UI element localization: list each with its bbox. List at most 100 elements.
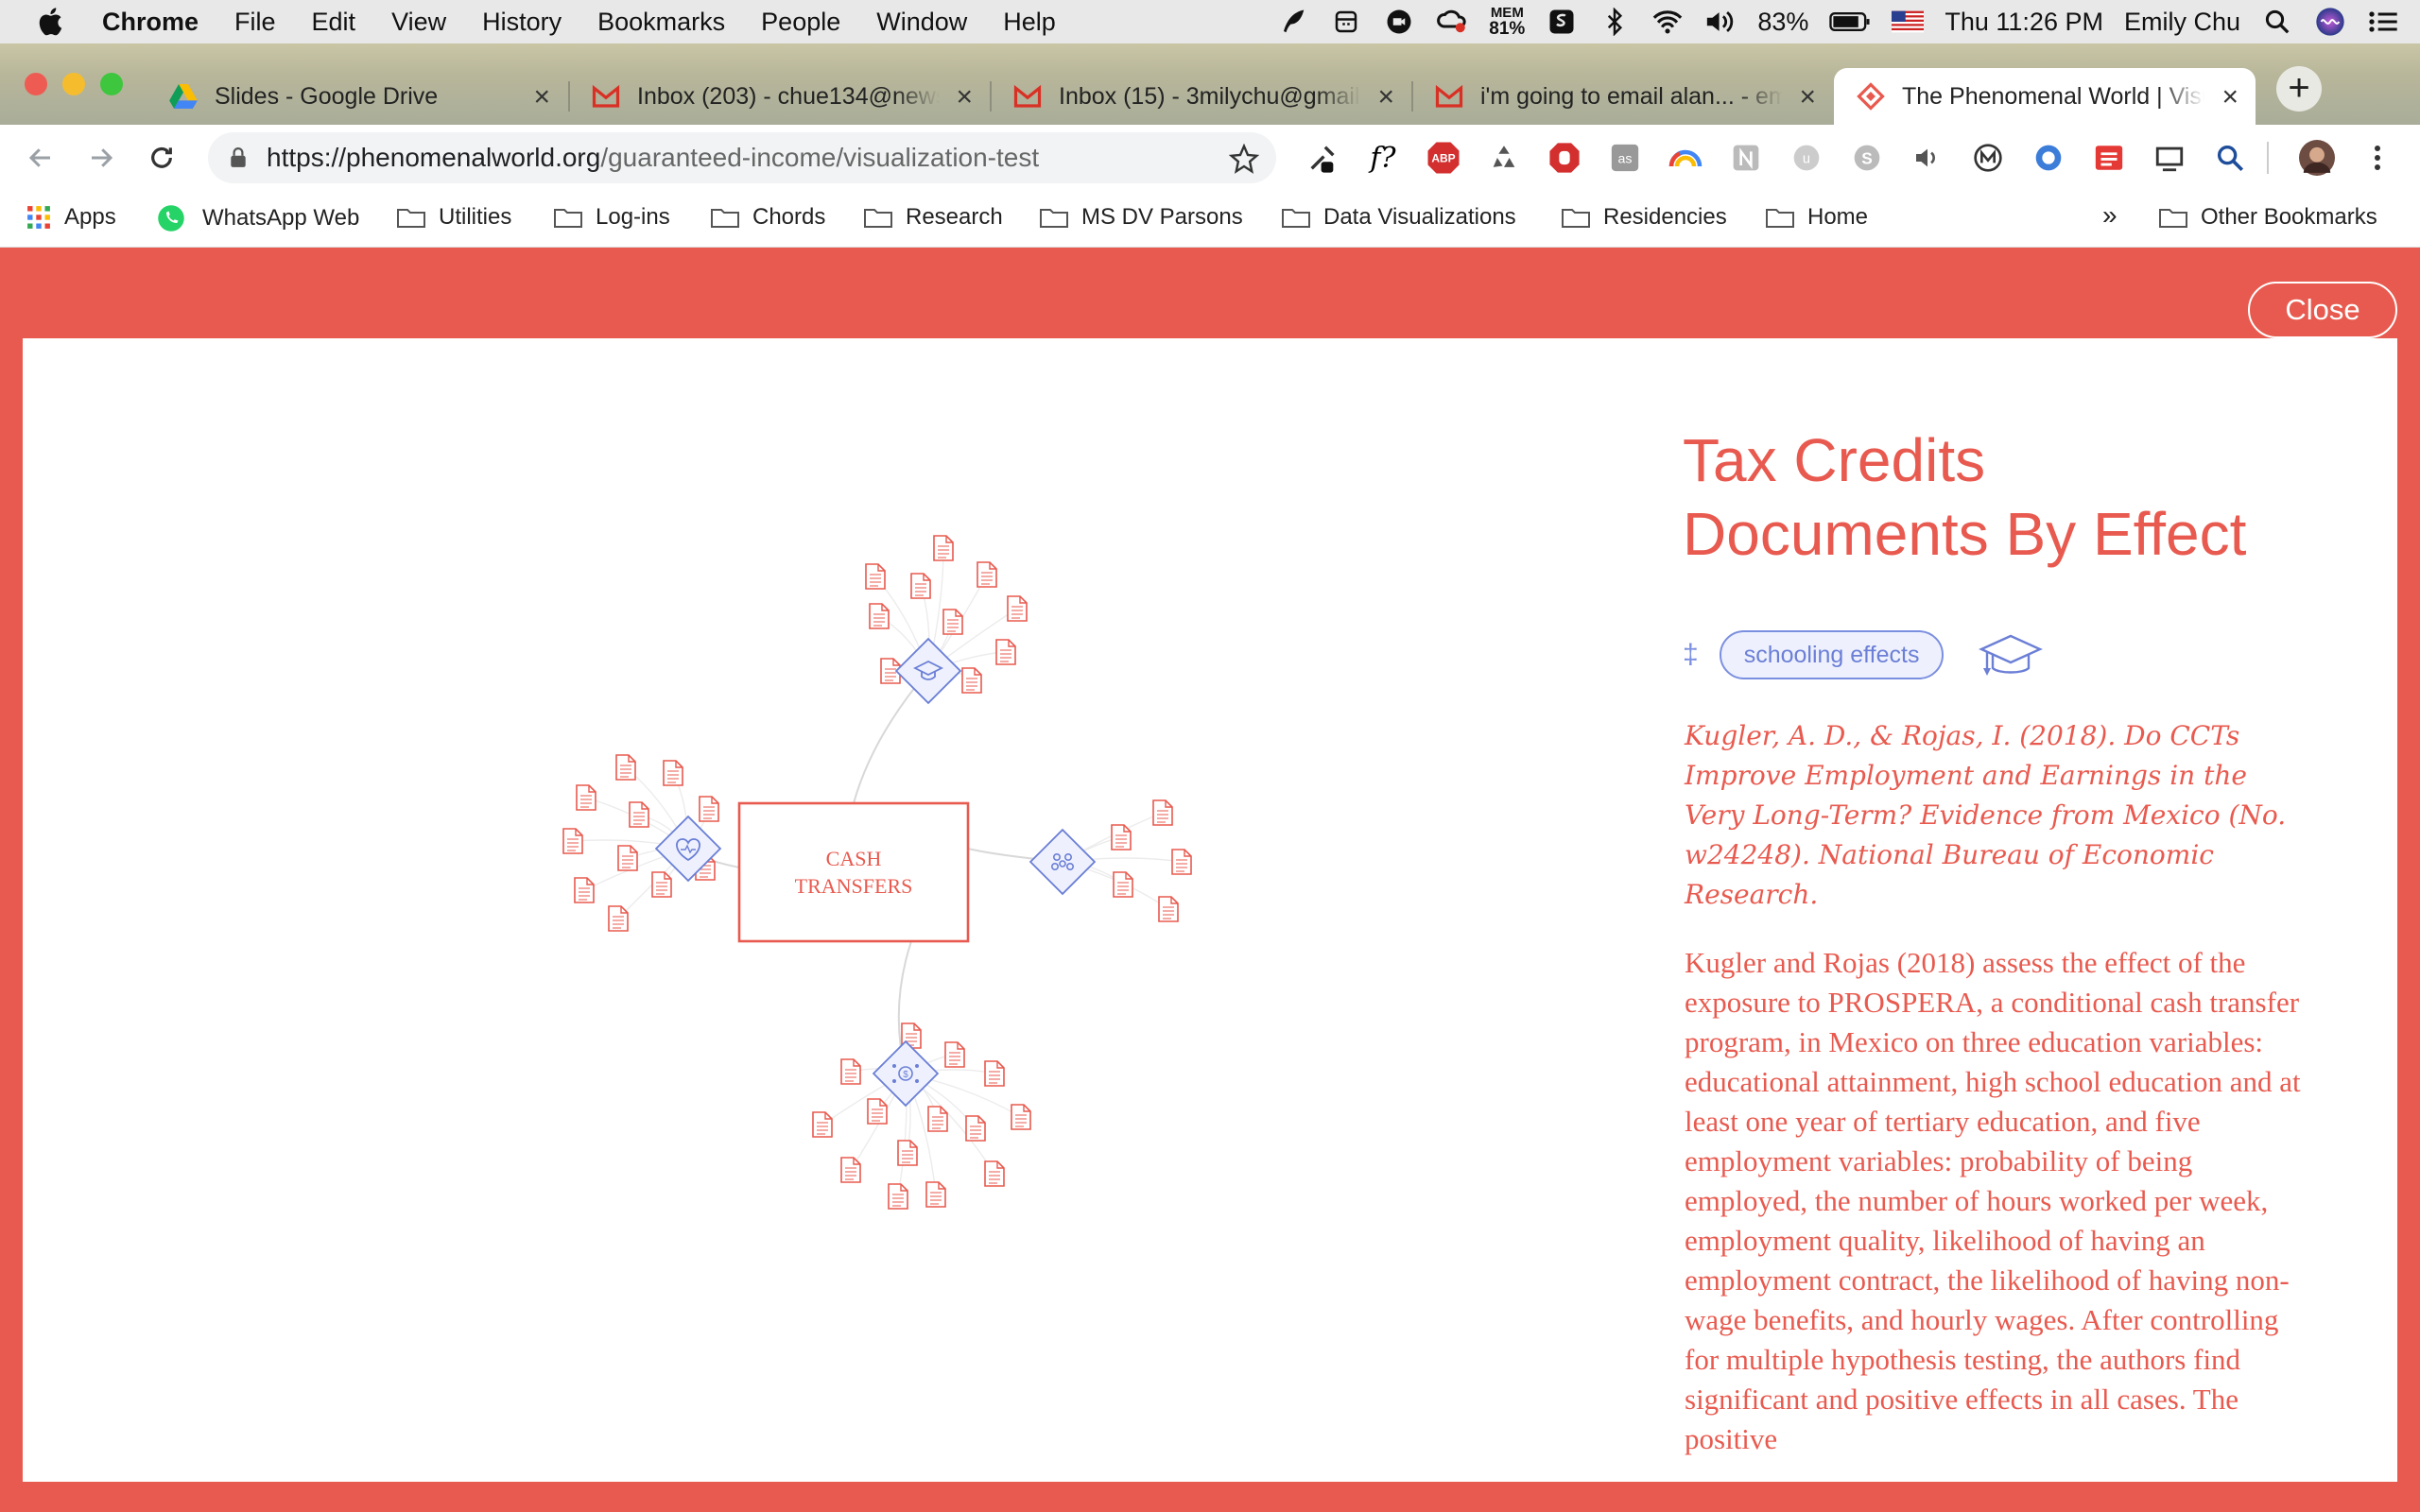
document-icon[interactable] bbox=[942, 609, 963, 635]
formula-extension-icon[interactable]: f? bbox=[1365, 140, 1401, 176]
1password-extension-icon[interactable] bbox=[2031, 140, 2066, 176]
tab-phenomenal-world[interactable]: The Phenomenal World | Visualization × bbox=[1834, 68, 2256, 125]
profile-avatar[interactable] bbox=[2299, 140, 2335, 176]
document-icon[interactable] bbox=[1158, 896, 1179, 922]
calendar-bus-icon[interactable] bbox=[1330, 8, 1362, 36]
schooling-effects-tag[interactable]: schooling effects bbox=[1719, 630, 1945, 679]
bookmark-folder-log-ins[interactable]: Log-ins bbox=[554, 204, 670, 231]
document-icon[interactable] bbox=[1011, 1104, 1031, 1130]
memory-monitor[interactable]: MEM 81% bbox=[1489, 6, 1525, 38]
quill-icon[interactable] bbox=[1277, 8, 1309, 36]
document-icon[interactable] bbox=[629, 801, 649, 828]
recycle-extension-icon[interactable] bbox=[1486, 140, 1522, 176]
menu-view[interactable]: View bbox=[391, 8, 446, 37]
document-icon[interactable] bbox=[910, 573, 931, 599]
bookmark-star-icon[interactable] bbox=[1229, 144, 1259, 174]
document-icon[interactable] bbox=[925, 1181, 946, 1208]
bookmarks-overflow-button[interactable]: » bbox=[2102, 200, 2118, 231]
bookmark-folder-home[interactable]: Home bbox=[1766, 204, 1868, 231]
menu-help[interactable]: Help bbox=[1003, 8, 1056, 37]
bluetooth-icon[interactable] bbox=[1599, 8, 1631, 36]
bookmark-folder-residencies[interactable]: Residencies bbox=[1562, 204, 1727, 231]
bookmark-whatsapp[interactable]: WhatsApp Web bbox=[157, 204, 359, 232]
document-icon[interactable] bbox=[965, 1115, 986, 1142]
document-icon[interactable] bbox=[1111, 824, 1132, 850]
new-tab-button[interactable]: + bbox=[2276, 66, 2322, 112]
tab-close-icon[interactable]: × bbox=[1799, 81, 1816, 113]
spotlight-search-icon[interactable] bbox=[2261, 8, 2293, 36]
search-extension-icon[interactable] bbox=[2212, 140, 2248, 176]
document-icon[interactable] bbox=[615, 754, 636, 781]
document-icon[interactable] bbox=[651, 871, 672, 898]
menu-window[interactable]: Window bbox=[876, 8, 967, 37]
forward-button[interactable] bbox=[83, 140, 119, 176]
chrome-menu-button[interactable] bbox=[2360, 140, 2395, 176]
speaker-extension-icon[interactable] bbox=[1910, 140, 1945, 176]
wifi-icon[interactable] bbox=[1651, 8, 1684, 36]
document-icon[interactable] bbox=[995, 639, 1016, 665]
document-icon[interactable] bbox=[812, 1111, 833, 1138]
document-icon[interactable] bbox=[840, 1058, 861, 1085]
bookmark-folder-utilities[interactable]: Utilities bbox=[397, 204, 511, 231]
reload-button[interactable] bbox=[144, 140, 180, 176]
tab-email-alan[interactable]: i'm going to email alan... - emily × bbox=[1412, 68, 1833, 125]
clock[interactable]: Thu 11:26 PM bbox=[1945, 8, 2103, 37]
bookmark-folder-data-visualizations[interactable]: Data Visualizations bbox=[1282, 204, 1516, 231]
document-icon[interactable] bbox=[699, 796, 719, 822]
document-icon[interactable] bbox=[1171, 849, 1192, 875]
family-hub[interactable] bbox=[1028, 828, 1097, 896]
document-icon[interactable] bbox=[867, 1098, 888, 1125]
document-icon[interactable] bbox=[840, 1157, 861, 1183]
us-flag-icon[interactable] bbox=[1892, 8, 1925, 36]
grammar-extension-icon[interactable] bbox=[1728, 140, 1764, 176]
hand-stop-extension-icon[interactable] bbox=[1547, 140, 1582, 176]
scrivener-icon[interactable] bbox=[1546, 8, 1578, 36]
document-icon[interactable] bbox=[984, 1160, 1005, 1187]
document-icon[interactable] bbox=[944, 1041, 965, 1068]
tab-slides-google-drive[interactable]: Slides - Google Drive × bbox=[147, 68, 567, 125]
lock-icon[interactable] bbox=[229, 147, 248, 168]
tab-inbox-gmail[interactable]: Inbox (15) - 3milychu@gmail.com × bbox=[991, 68, 1411, 125]
document-icon[interactable] bbox=[617, 845, 638, 871]
address-bar[interactable]: https://phenomenalworld.org/guaranteed-i… bbox=[208, 132, 1276, 183]
notification-center-icon[interactable] bbox=[2367, 8, 2399, 36]
document-icon[interactable] bbox=[865, 563, 886, 590]
bookmark-folder-other[interactable]: Other Bookmarks bbox=[2159, 204, 2377, 231]
unicode-extension-icon[interactable]: u bbox=[1789, 140, 1824, 176]
menu-file[interactable]: File bbox=[234, 8, 276, 37]
apple-icon[interactable] bbox=[36, 6, 68, 38]
document-icon[interactable] bbox=[869, 603, 890, 629]
document-icon[interactable] bbox=[888, 1183, 908, 1210]
document-icon[interactable] bbox=[1152, 799, 1173, 826]
close-button[interactable]: Close bbox=[2248, 282, 2397, 338]
menu-edit[interactable]: Edit bbox=[312, 8, 356, 37]
bookmark-folder-chords[interactable]: Chords bbox=[711, 204, 825, 231]
window-minimize-button[interactable] bbox=[62, 73, 85, 95]
document-icon[interactable] bbox=[608, 905, 629, 932]
document-icon[interactable] bbox=[984, 1060, 1005, 1087]
window-zoom-button[interactable] bbox=[100, 73, 123, 95]
bookmark-folder-ms-dv-parsons[interactable]: MS DV Parsons bbox=[1040, 204, 1243, 231]
document-icon[interactable] bbox=[1113, 871, 1133, 898]
back-button[interactable] bbox=[23, 140, 59, 176]
rainbow-extension-icon[interactable] bbox=[1668, 140, 1703, 176]
tab-inbox-newschool[interactable]: Inbox (203) - chue134@newschool.edu × bbox=[569, 68, 990, 125]
tab-close-icon[interactable]: × bbox=[1377, 81, 1394, 113]
document-icon[interactable] bbox=[574, 877, 595, 903]
menu-app-name[interactable]: Chrome bbox=[102, 8, 199, 37]
creative-cloud-icon[interactable] bbox=[1436, 8, 1468, 36]
tab-close-icon[interactable]: × bbox=[533, 81, 550, 113]
battery-icon[interactable] bbox=[1829, 8, 1871, 36]
eyedropper-extension-icon[interactable] bbox=[1305, 140, 1340, 176]
document-icon[interactable] bbox=[663, 760, 683, 786]
document-icon[interactable] bbox=[977, 561, 997, 588]
tab-close-icon[interactable]: × bbox=[956, 81, 973, 113]
menu-people[interactable]: People bbox=[761, 8, 840, 37]
document-icon[interactable] bbox=[562, 828, 583, 854]
document-icon[interactable] bbox=[576, 784, 596, 811]
video-camera-icon[interactable] bbox=[1383, 8, 1415, 36]
skype-extension-icon[interactable]: S bbox=[1849, 140, 1885, 176]
volume-icon[interactable] bbox=[1704, 8, 1737, 36]
document-icon[interactable] bbox=[933, 535, 954, 561]
window-close-button[interactable] bbox=[25, 73, 47, 95]
